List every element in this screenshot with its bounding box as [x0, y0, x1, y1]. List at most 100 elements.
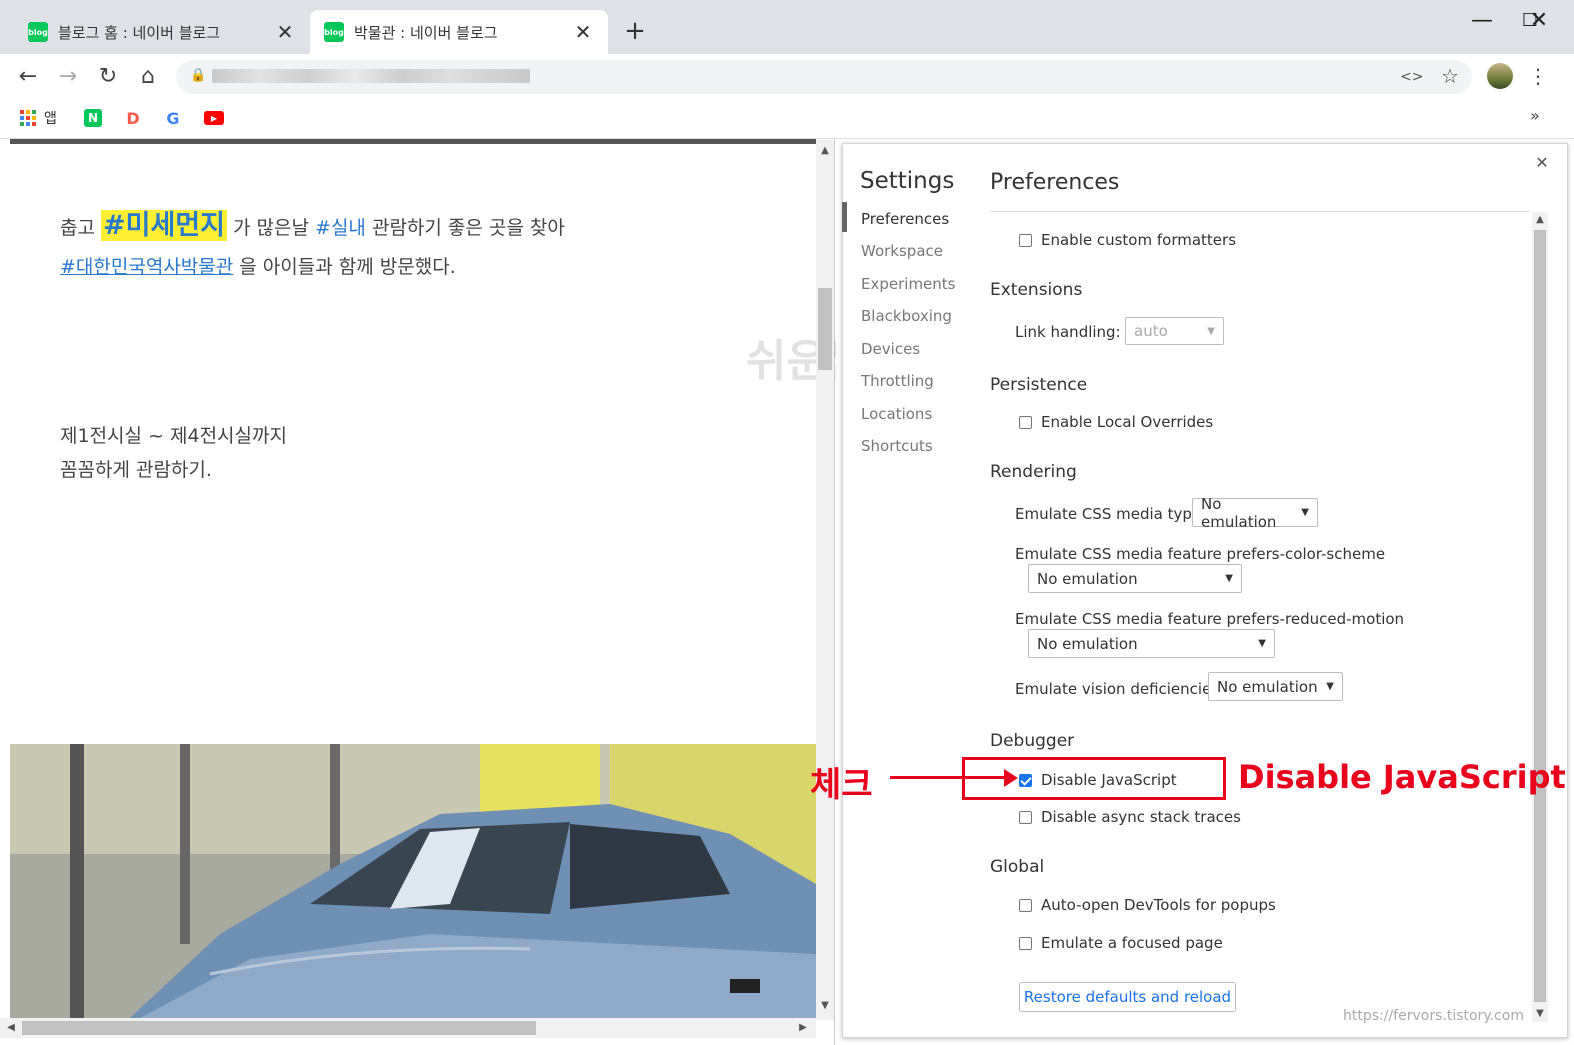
checkbox-box[interactable]	[1019, 898, 1032, 912]
settings-scroll-up-arrow-icon[interactable]: ▲	[1533, 214, 1547, 225]
auto-open-devtools-checkbox[interactable]: Auto-open DevTools for popups	[1019, 896, 1276, 914]
settings-scroll-down-arrow-icon[interactable]: ▼	[1533, 1008, 1547, 1019]
chevron-down-icon: ▼	[1225, 573, 1233, 584]
apps-grid-icon	[20, 110, 36, 126]
scroll-up-arrow-icon[interactable]: ▲	[818, 145, 832, 156]
page-horizontal-scroll-thumb[interactable]	[22, 1021, 536, 1035]
hashtag-indoor[interactable]: #실내	[315, 217, 366, 239]
nav-experiments[interactable]: Experiments	[861, 275, 955, 293]
javascript-blocked-icon[interactable]: <>	[1400, 66, 1423, 88]
tab-blog-home[interactable]: blog 블로그 홈 : 네이버 블로그 ✕	[14, 10, 310, 54]
media-type-select[interactable]: No emulation ▼	[1192, 495, 1318, 531]
chevron-down-icon: ▼	[1301, 507, 1309, 518]
blurred-url	[212, 69, 530, 83]
google-icon: G	[166, 108, 180, 128]
checkbox-label: Enable Local Overrides	[1041, 413, 1214, 431]
annotation-arrow-icon	[1004, 769, 1018, 787]
daum-icon: D	[126, 108, 140, 128]
bookmark-label: 앱	[44, 111, 57, 127]
vision-deficiencies-select[interactable]: No emulation ▼	[1208, 672, 1343, 701]
close-tab-icon[interactable]: ✕	[274, 20, 296, 44]
checkbox-box[interactable]	[1019, 810, 1032, 824]
paragraph-4: 꼼꼼하게 관람하기.	[60, 459, 212, 481]
link-handling-select[interactable]: auto ▼	[1125, 317, 1224, 345]
paragraph-3: 제1전시실 ~ 제4전시실까지	[60, 425, 287, 447]
close-window-icon[interactable]: ✕	[1514, 6, 1564, 36]
close-tab-icon[interactable]: ✕	[572, 20, 594, 44]
text: 관람하기 좋은 곳을 찾아	[365, 217, 565, 239]
museum-car-photo	[10, 744, 816, 1018]
home-icon[interactable]: ⌂	[135, 64, 161, 90]
checkbox-box[interactable]	[1019, 233, 1032, 247]
scroll-left-arrow-icon[interactable]: ◀	[4, 1022, 18, 1033]
chevron-down-icon: ▼	[1258, 638, 1266, 649]
link-handling-label: Link handling:	[1015, 323, 1121, 341]
reload-icon[interactable]: ↻	[95, 64, 121, 90]
bookmark-google[interactable]: G	[164, 108, 182, 128]
settings-vertical-scroll-thumb[interactable]	[1534, 230, 1546, 1002]
section-persistence: Persistence	[990, 375, 1088, 395]
avatar[interactable]	[1487, 63, 1513, 89]
checkbox-box[interactable]	[1019, 936, 1032, 950]
checkbox-label: Emulate a focused page	[1041, 934, 1223, 952]
hashtag-museum-link[interactable]: #대한민국역사박물관	[60, 256, 233, 278]
chevron-down-icon: ▼	[1326, 681, 1334, 692]
naver-icon: N	[84, 109, 102, 127]
checkbox-label: Auto-open DevTools for popups	[1041, 896, 1276, 914]
lock-icon[interactable]: 🔒	[190, 68, 206, 84]
back-icon[interactable]: ←	[15, 64, 41, 90]
bookmark-apps[interactable]: 앱	[20, 108, 57, 128]
text: 가 많은날	[226, 217, 316, 239]
page-vertical-scroll-thumb[interactable]	[818, 288, 832, 370]
emulate-focused-page-checkbox[interactable]: Emulate a focused page	[1019, 934, 1223, 952]
checkbox-box[interactable]	[1019, 415, 1032, 429]
youtube-icon: ▶	[204, 111, 224, 125]
annotation-callout-text: Disable JavaScript	[1238, 758, 1566, 796]
media-type-label: Emulate CSS media type	[1015, 505, 1202, 523]
text: 춥고	[60, 217, 101, 239]
car-photo-illustration	[10, 744, 816, 1018]
enable-local-overrides-checkbox[interactable]: Enable Local Overrides	[1019, 413, 1213, 431]
new-tab-icon[interactable]: +	[620, 16, 650, 46]
color-scheme-label: Emulate CSS media feature prefers-color-…	[1015, 545, 1386, 563]
menu-icon[interactable]: ⋮	[1528, 64, 1548, 88]
bookmarks-bar	[0, 100, 1574, 139]
bookmark-naver[interactable]: N	[84, 108, 102, 128]
section-extensions: Extensions	[990, 280, 1083, 300]
disable-async-stack-traces-checkbox[interactable]: Disable async stack traces	[1019, 808, 1241, 826]
reduced-motion-select[interactable]: No emulation ▼	[1028, 629, 1275, 658]
close-settings-icon[interactable]: ✕	[1534, 153, 1550, 172]
bookmark-daum[interactable]: D	[124, 108, 142, 128]
forward-icon[interactable]: →	[55, 64, 81, 90]
checkbox-label: Enable custom formatters	[1041, 231, 1237, 249]
tab-museum[interactable]: blog 박물관 : 네이버 블로그 ✕	[310, 10, 608, 54]
scroll-down-arrow-icon[interactable]: ▼	[818, 1000, 832, 1011]
scroll-right-arrow-icon[interactable]: ▶	[796, 1022, 810, 1033]
nav-throttling[interactable]: Throttling	[861, 372, 934, 390]
image-bottom-edge	[10, 139, 816, 144]
minimize-icon[interactable]: —	[1458, 6, 1506, 36]
nav-shortcuts[interactable]: Shortcuts	[861, 437, 933, 455]
color-scheme-select[interactable]: No emulation ▼	[1028, 564, 1242, 593]
nav-active-indicator	[842, 202, 847, 232]
chevron-down-icon: ▼	[1207, 325, 1215, 337]
select-value: auto	[1134, 322, 1168, 340]
hashtag-fine-dust[interactable]: #미세먼지	[101, 210, 227, 241]
select-value: No emulation	[1037, 634, 1138, 653]
bookmark-youtube[interactable]: ▶	[204, 108, 224, 128]
text: 을 아이들과 함께 방문했다.	[233, 256, 456, 278]
nav-preferences[interactable]: Preferences	[861, 210, 949, 228]
vision-deficiencies-label: Emulate vision deficiencies	[1015, 680, 1220, 698]
page-vertical-scrollbar[interactable]	[816, 140, 834, 1020]
enable-custom-formatters-checkbox[interactable]: Enable custom formatters	[1019, 231, 1236, 249]
bookmark-star-icon[interactable]: ☆	[1438, 64, 1462, 88]
nav-workspace[interactable]: Workspace	[861, 242, 943, 260]
nav-blackboxing[interactable]: Blackboxing	[861, 307, 952, 325]
nav-devices[interactable]: Devices	[861, 340, 920, 358]
bookmarks-overflow-icon[interactable]: »	[1530, 106, 1540, 125]
paragraph-2: #대한민국역사박물관 을 아이들과 함께 방문했다.	[60, 252, 456, 279]
select-value: No emulation	[1217, 677, 1318, 696]
blog-favicon-icon: blog	[324, 22, 344, 42]
nav-locations[interactable]: Locations	[861, 405, 932, 423]
restore-defaults-button[interactable]: Restore defaults and reload	[1019, 982, 1236, 1012]
